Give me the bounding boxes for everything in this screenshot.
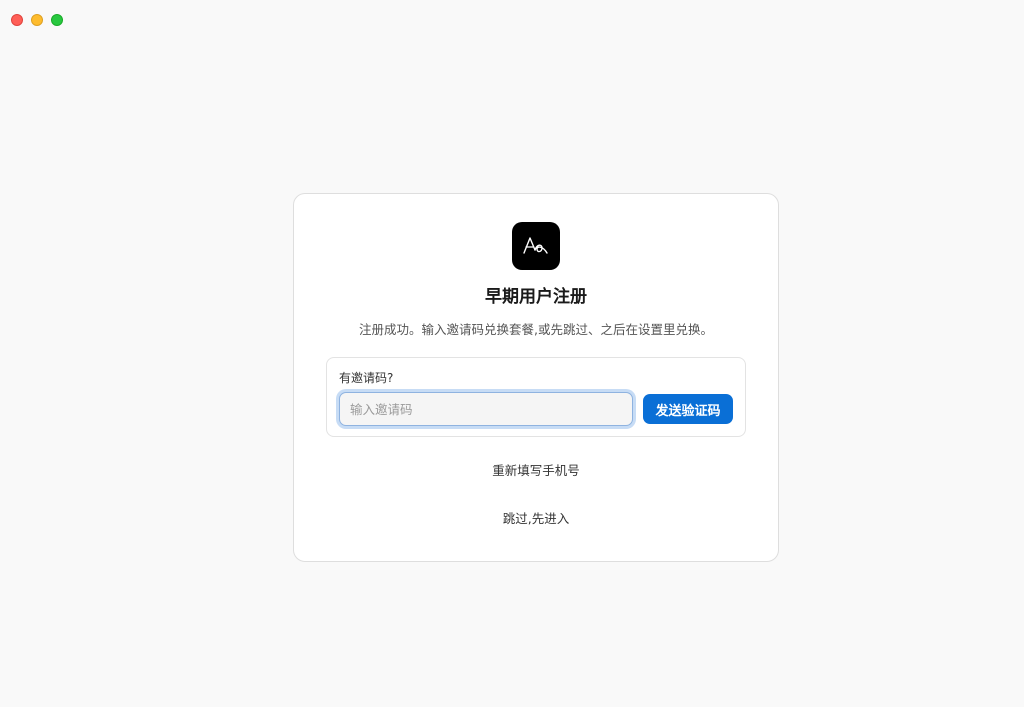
invite-code-label: 有邀请码? xyxy=(339,371,394,385)
registration-card: 早期用户注册 注册成功。输入邀请码兑换套餐,或先跳过、之后在设置里兑换。 有邀请… xyxy=(293,193,779,562)
send-verification-code-button[interactable]: 发送验证码 xyxy=(643,394,733,424)
skip-enter-link[interactable]: 跳过,先进入 xyxy=(294,508,778,527)
close-window-button[interactable] xyxy=(11,14,23,26)
invite-code-input[interactable] xyxy=(339,392,633,426)
app-logo-icon xyxy=(512,222,560,270)
window-controls xyxy=(11,14,63,26)
zoom-window-button[interactable] xyxy=(51,14,63,26)
invite-code-section: 有邀请码? 发送验证码 xyxy=(326,357,746,437)
page-title: 早期用户注册 xyxy=(485,287,587,307)
page-subtitle: 注册成功。输入邀请码兑换套餐,或先跳过、之后在设置里兑换。 xyxy=(359,322,713,337)
minimize-window-button[interactable] xyxy=(31,14,43,26)
app-window: 早期用户注册 注册成功。输入邀请码兑换套餐,或先跳过、之后在设置里兑换。 有邀请… xyxy=(0,0,1024,707)
refill-phone-link[interactable]: 重新填写手机号 xyxy=(294,460,778,479)
app-logo-glyph xyxy=(523,237,548,254)
